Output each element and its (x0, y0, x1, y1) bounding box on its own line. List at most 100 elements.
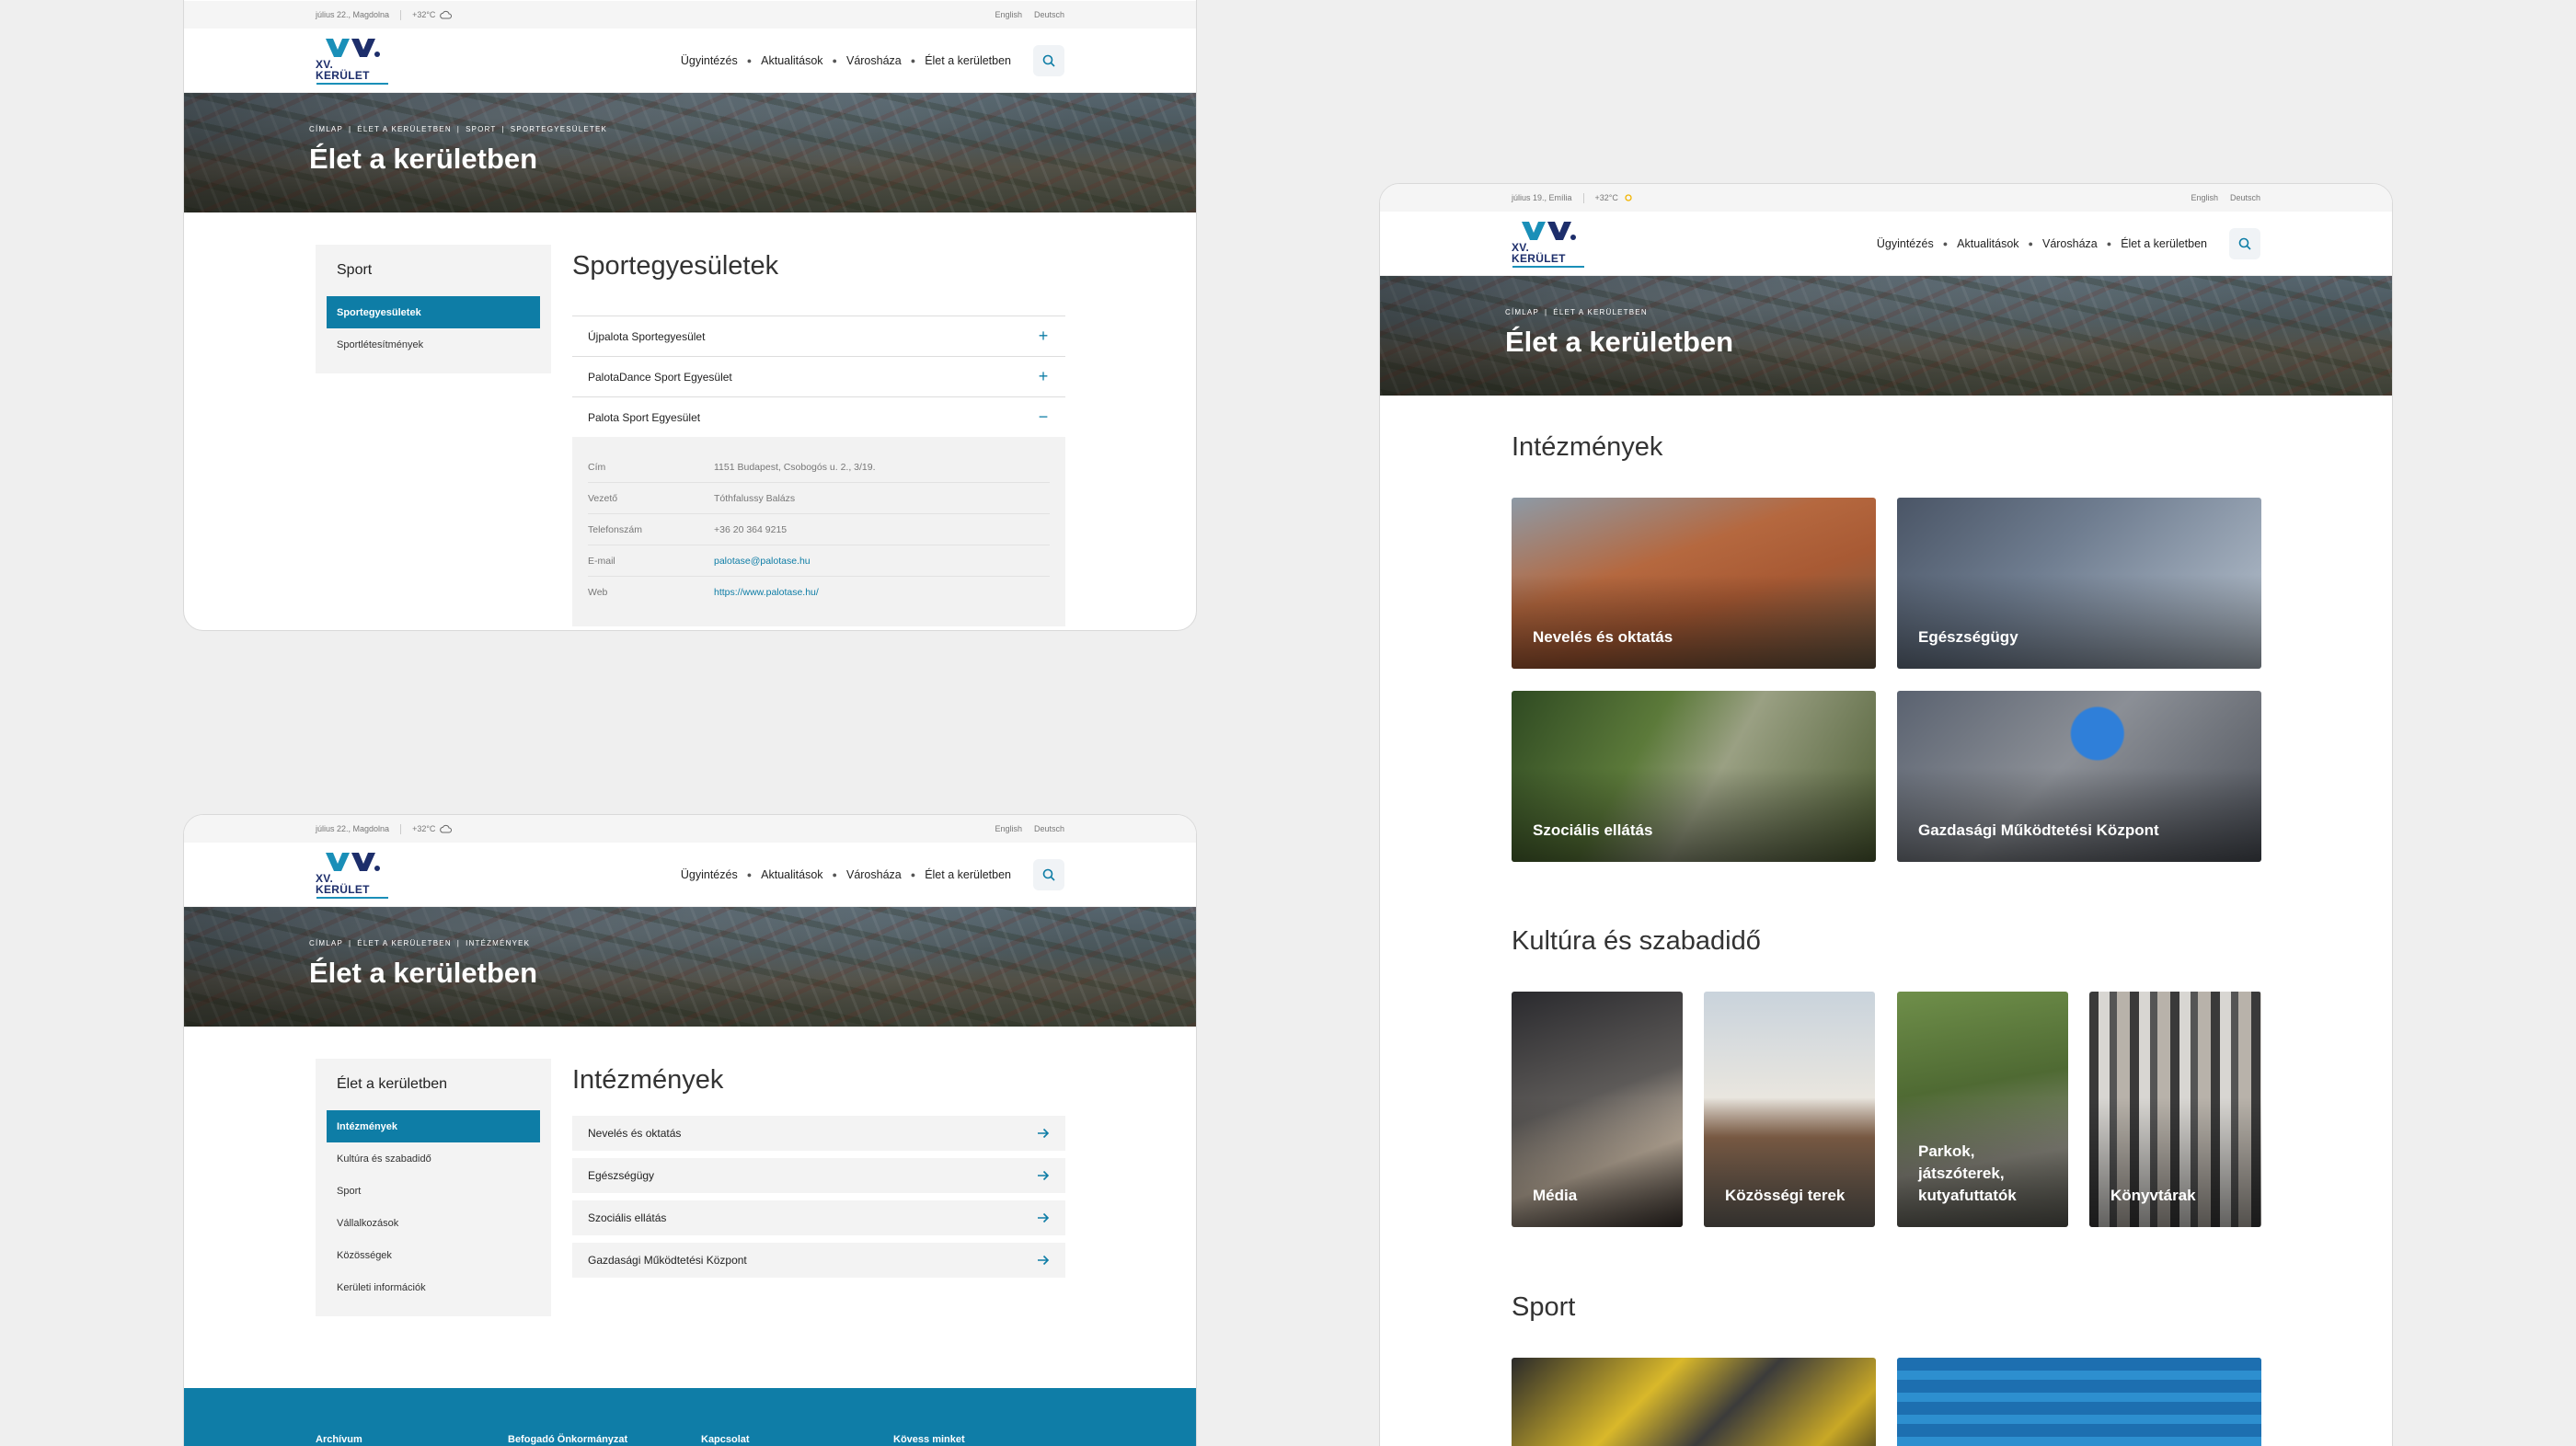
sidebar: Sport Sportegyesületek Sportlétesítménye… (316, 245, 551, 373)
nav-dot: ● (746, 869, 753, 879)
lang-english[interactable]: English (995, 824, 1022, 833)
logo-text: XV. KERÜLET (316, 57, 370, 82)
card-neveles-es-oktatas[interactable]: Nevelés és oktatás (1512, 498, 1876, 669)
nav-dot: ● (2106, 238, 2112, 248)
card-kozossegi-terek[interactable]: Közösségi terek (1704, 992, 1875, 1227)
breadcrumb-sep: | (349, 125, 352, 133)
sidebar-item-sportletesitmenyek[interactable]: Sportlétesítmények (327, 328, 540, 361)
card-szocialis-ellatas[interactable]: Szociális ellátás (1512, 691, 1876, 862)
card-konyvtarak[interactable]: Könyvtárak (2089, 992, 2261, 1227)
search-button[interactable] (1033, 858, 1064, 890)
lang-english[interactable]: English (995, 10, 1022, 19)
footer-kovess-minket[interactable]: Kövess minket (893, 1434, 965, 1445)
header: XV. KERÜLET Ügyintézés ● Aktualitások ● Vá… (1380, 212, 2392, 276)
nav-ugyintezes[interactable]: Ügyintézés (681, 54, 738, 67)
nav-elet-a-keruletben[interactable]: Élet a kerületben (925, 54, 1011, 67)
detail-row-leader: Vezető Tóthfalussy Balázs (588, 483, 1050, 514)
nav-varoshaza[interactable]: Városháza (2042, 237, 2098, 250)
accordion-item-ujpalota[interactable]: Újpalota Sportegyesület + (572, 316, 1065, 356)
sidebar-item-intezmenyek[interactable]: Intézmények (327, 1110, 540, 1142)
accordion-item-palota-sport[interactable]: Palota Sport Egyesület − (572, 396, 1065, 437)
breadcrumb-home[interactable]: CÍMLAP (309, 125, 343, 133)
nav-ugyintezes[interactable]: Ügyintézés (681, 868, 738, 881)
hero-banner: CÍMLAP | ÉLET A KERÜLETBEN | INTÉZMÉNYEK… (184, 907, 1196, 1027)
nav-varoshaza[interactable]: Városháza (846, 868, 902, 881)
footer-befogado[interactable]: Befogadó Önkormányzat (508, 1434, 627, 1445)
card-gazdasagi-mukodtetesi-kozpont[interactable]: Gazdasági Működtetési Központ (1897, 691, 2261, 862)
list-item-label: Nevelés és oktatás (588, 1127, 682, 1140)
breadcrumb-sport[interactable]: SPORT (466, 125, 496, 133)
lang-english[interactable]: English (2191, 193, 2218, 202)
sidebar-title: Élet a kerületben (337, 1076, 448, 1092)
breadcrumb-current: ÉLET A KERÜLETBEN (1553, 308, 1648, 316)
breadcrumb: CÍMLAP | ÉLET A KERÜLETBEN | SPORT | SPO… (309, 125, 607, 133)
nav-aktualitasok[interactable]: Aktualitások (761, 868, 822, 881)
email-link[interactable]: palotase@palotase.hu (714, 556, 811, 567)
nav-elet-a-keruletben[interactable]: Élet a kerületben (2121, 237, 2207, 250)
sidebar-item-sportegyesuletek[interactable]: Sportegyesületek (327, 296, 540, 328)
card-sport-football[interactable] (1512, 1358, 1876, 1446)
search-button[interactable] (2229, 227, 2260, 259)
card-egeszsegugy[interactable]: Egészségügy (1897, 498, 2261, 669)
accordion: Újpalota Sportegyesület + PalotaDance Sp… (572, 316, 1065, 626)
sidebar: Élet a kerületben Intézmények Kultúra és… (316, 1059, 551, 1316)
list-item-egeszsegugy[interactable]: Egészségügy (572, 1158, 1065, 1193)
sidebar-item-kozossegek[interactable]: Közösségek (327, 1239, 540, 1271)
sidebar-item-vallalkozasok[interactable]: Vállalkozások (327, 1207, 540, 1239)
plus-icon: + (1038, 327, 1049, 345)
search-button[interactable] (1033, 44, 1064, 76)
detail-value: +36 20 364 9215 (714, 523, 788, 535)
list-item-label: Szociális ellátás (588, 1211, 667, 1224)
nav-ugyintezes[interactable]: Ügyintézés (1877, 237, 1934, 250)
list-item-label: Egészségügy (588, 1169, 655, 1182)
section-title-kultura: Kultúra és szabadidő (1512, 926, 1761, 956)
lang-deutsch[interactable]: Deutsch (2230, 193, 2260, 202)
breadcrumb-current: INTÉZMÉNYEK (466, 939, 531, 947)
date-nameday: július 22., Magdolna (316, 10, 390, 19)
breadcrumb: CÍMLAP | ÉLET A KERÜLETBEN | INTÉZMÉNYEK (309, 939, 530, 947)
page-hero-title: Élet a kerületben (1505, 326, 1734, 358)
card-label: Parkok, játszóterek, kutyafuttatók (1918, 1142, 2017, 1204)
nav-aktualitasok[interactable]: Aktualitások (761, 54, 822, 67)
lang-deutsch[interactable]: Deutsch (1034, 824, 1064, 833)
detail-row-web: Web https://www.palotase.hu/ (588, 577, 1050, 608)
site-logo[interactable]: XV. KERÜLET (316, 37, 389, 85)
list-item-szocialis[interactable]: Szociális ellátás (572, 1200, 1065, 1235)
card-media[interactable]: Média (1512, 992, 1683, 1227)
page-hero-title: Élet a kerületben (309, 143, 538, 175)
nav-dot: ● (910, 55, 916, 65)
nav-varoshaza[interactable]: Városháza (846, 54, 902, 67)
sidebar-item-keruleti-informaciok[interactable]: Kerületi információk (327, 1271, 540, 1303)
footer: Archívum Befogadó Önkormányzat Kapcsolat… (184, 1388, 1196, 1446)
footer-archivum[interactable]: Archívum (316, 1434, 362, 1445)
nav-aktualitasok[interactable]: Aktualitások (1957, 237, 2018, 250)
hero-banner: CÍMLAP | ÉLET A KERÜLETBEN Élet a kerüle… (1380, 276, 2392, 396)
search-icon (1042, 54, 1055, 67)
breadcrumb-sep: | (1545, 308, 1548, 316)
card-label: Közösségi terek (1725, 1187, 1846, 1204)
breadcrumb-sep: | (456, 125, 461, 133)
main-nav: Ügyintézés ● Aktualitások ● Városháza ● Éle… (681, 44, 1064, 76)
site-logo[interactable]: XV. KERÜLET (316, 851, 389, 899)
footer-kapcsolat[interactable]: Kapcsolat (701, 1434, 750, 1445)
breadcrumb-elet[interactable]: ÉLET A KERÜLETBEN (357, 939, 452, 947)
lang-deutsch[interactable]: Deutsch (1034, 10, 1064, 19)
breadcrumb-elet[interactable]: ÉLET A KERÜLETBEN (357, 125, 452, 133)
card-image (1512, 1358, 1876, 1446)
web-link[interactable]: https://www.palotase.hu/ (714, 587, 819, 598)
header: XV. KERÜLET Ügyintézés ● Aktualitások ● Vá… (184, 29, 1196, 93)
breadcrumb-home[interactable]: CÍMLAP (1505, 308, 1539, 316)
nav-elet-a-keruletben[interactable]: Élet a kerületben (925, 868, 1011, 881)
sidebar-item-kultura[interactable]: Kultúra és szabadidő (327, 1142, 540, 1175)
card-sport-swimming[interactable] (1897, 1358, 2261, 1446)
list-item-gmk[interactable]: Gazdasági Működtetési Központ (572, 1243, 1065, 1278)
site-logo[interactable]: XV. KERÜLET (1512, 220, 1585, 268)
card-parkok[interactable]: Parkok, játszóterek, kutyafuttatók (1897, 992, 2068, 1227)
sidebar-item-sport[interactable]: Sport (327, 1175, 540, 1207)
detail-key: Vezető (588, 492, 618, 504)
accordion-item-palotadance[interactable]: PalotaDance Sport Egyesület + (572, 356, 1065, 396)
breadcrumb-home[interactable]: CÍMLAP (309, 939, 343, 947)
weather: +32°C (412, 10, 453, 19)
weather: +32°C (1595, 192, 1634, 203)
list-item-neveles[interactable]: Nevelés és oktatás (572, 1116, 1065, 1151)
